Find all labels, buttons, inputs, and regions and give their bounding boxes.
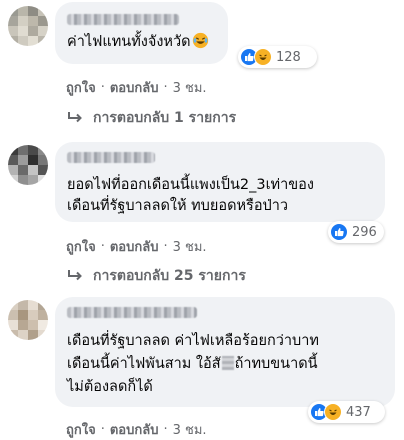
comment-bubble: เดือนที่รัฐบาลลด ค่าไฟเหลือร้อยกว่าบาท เ… [55,297,395,407]
comment-actions: ถูกใจ · ตอบกลับ · 3 ชม. [66,236,207,257]
reaction-summary[interactable]: 296 [328,221,384,243]
comment-bubble: ค่าไฟแทนทั้งจังหวัด [55,2,228,64]
haha-icon [254,48,272,66]
laughing-face-icon [192,32,208,49]
reply-arrow-icon [68,270,82,281]
reply-arrow-icon [68,112,82,123]
reply-link[interactable]: ตอบกลับ [110,77,159,98]
like-link[interactable]: ถูกใจ [66,77,96,98]
avatar[interactable] [8,300,48,340]
comment-text-line-2: เดือนนี้ค่าไฟพันสาม ใอ้สั ถ้าทบขนาดนี้ [67,356,318,372]
reaction-count: 296 [352,224,377,240]
comment-text-line-3: ไม่ต้องลดก็ได้ [67,379,153,395]
comment-text: ค่าไฟแทนทั้งจังหวัด [67,32,209,53]
timestamp[interactable]: 3 ชม. [173,77,207,98]
reply-link[interactable]: ตอบกลับ [110,419,159,440]
like-link[interactable]: ถูกใจ [66,236,96,257]
view-replies-link[interactable]: การตอบกลับ 25 รายการ [67,265,246,287]
comment-actions: ถูกใจ · ตอบกลับ · 3 ชม. [66,77,207,98]
reaction-count: 128 [276,49,301,65]
timestamp[interactable]: 3 ชม. [173,419,207,440]
reaction-summary[interactable]: 437 [308,401,385,423]
replies-label: การตอบกลับ 25 รายการ [93,268,246,284]
comment-text-line-1: เดือนที่รัฐบาลลด ค่าไฟเหลือร้อยกว่าบาท [67,333,319,349]
avatar[interactable] [8,6,48,46]
like-link[interactable]: ถูกใจ [66,419,96,440]
comment-text-line-1: ยอดไฟที่ออกเดือนนี้แพงเป็น2_3เท่าของ [67,177,314,193]
like-icon [330,223,348,241]
censored-word [221,356,234,370]
reaction-summary[interactable]: 128 [238,46,317,68]
haha-icon [324,403,342,421]
reply-link[interactable]: ตอบกลับ [110,236,159,257]
view-replies-link[interactable]: การตอบกลับ 1 รายการ [67,107,236,129]
comment-actions: ถูกใจ · ตอบกลับ · 3 ชม. [66,419,207,440]
comment-text-line-2: เดือนที่รัฐบาลลดให้ ทบยอดหรือป่าว [67,198,289,214]
comment-bubble: ยอดไฟที่ออกเดือนนี้แพงเป็น2_3เท่าของ เดื… [55,142,385,222]
commenter-name-blurred[interactable] [67,152,155,163]
avatar[interactable] [8,145,48,185]
timestamp[interactable]: 3 ชม. [173,236,207,257]
commenter-name-blurred[interactable] [67,307,197,318]
commenter-name-blurred[interactable] [67,14,179,25]
replies-label: การตอบกลับ 1 รายการ [93,110,237,126]
reaction-count: 437 [346,404,371,420]
